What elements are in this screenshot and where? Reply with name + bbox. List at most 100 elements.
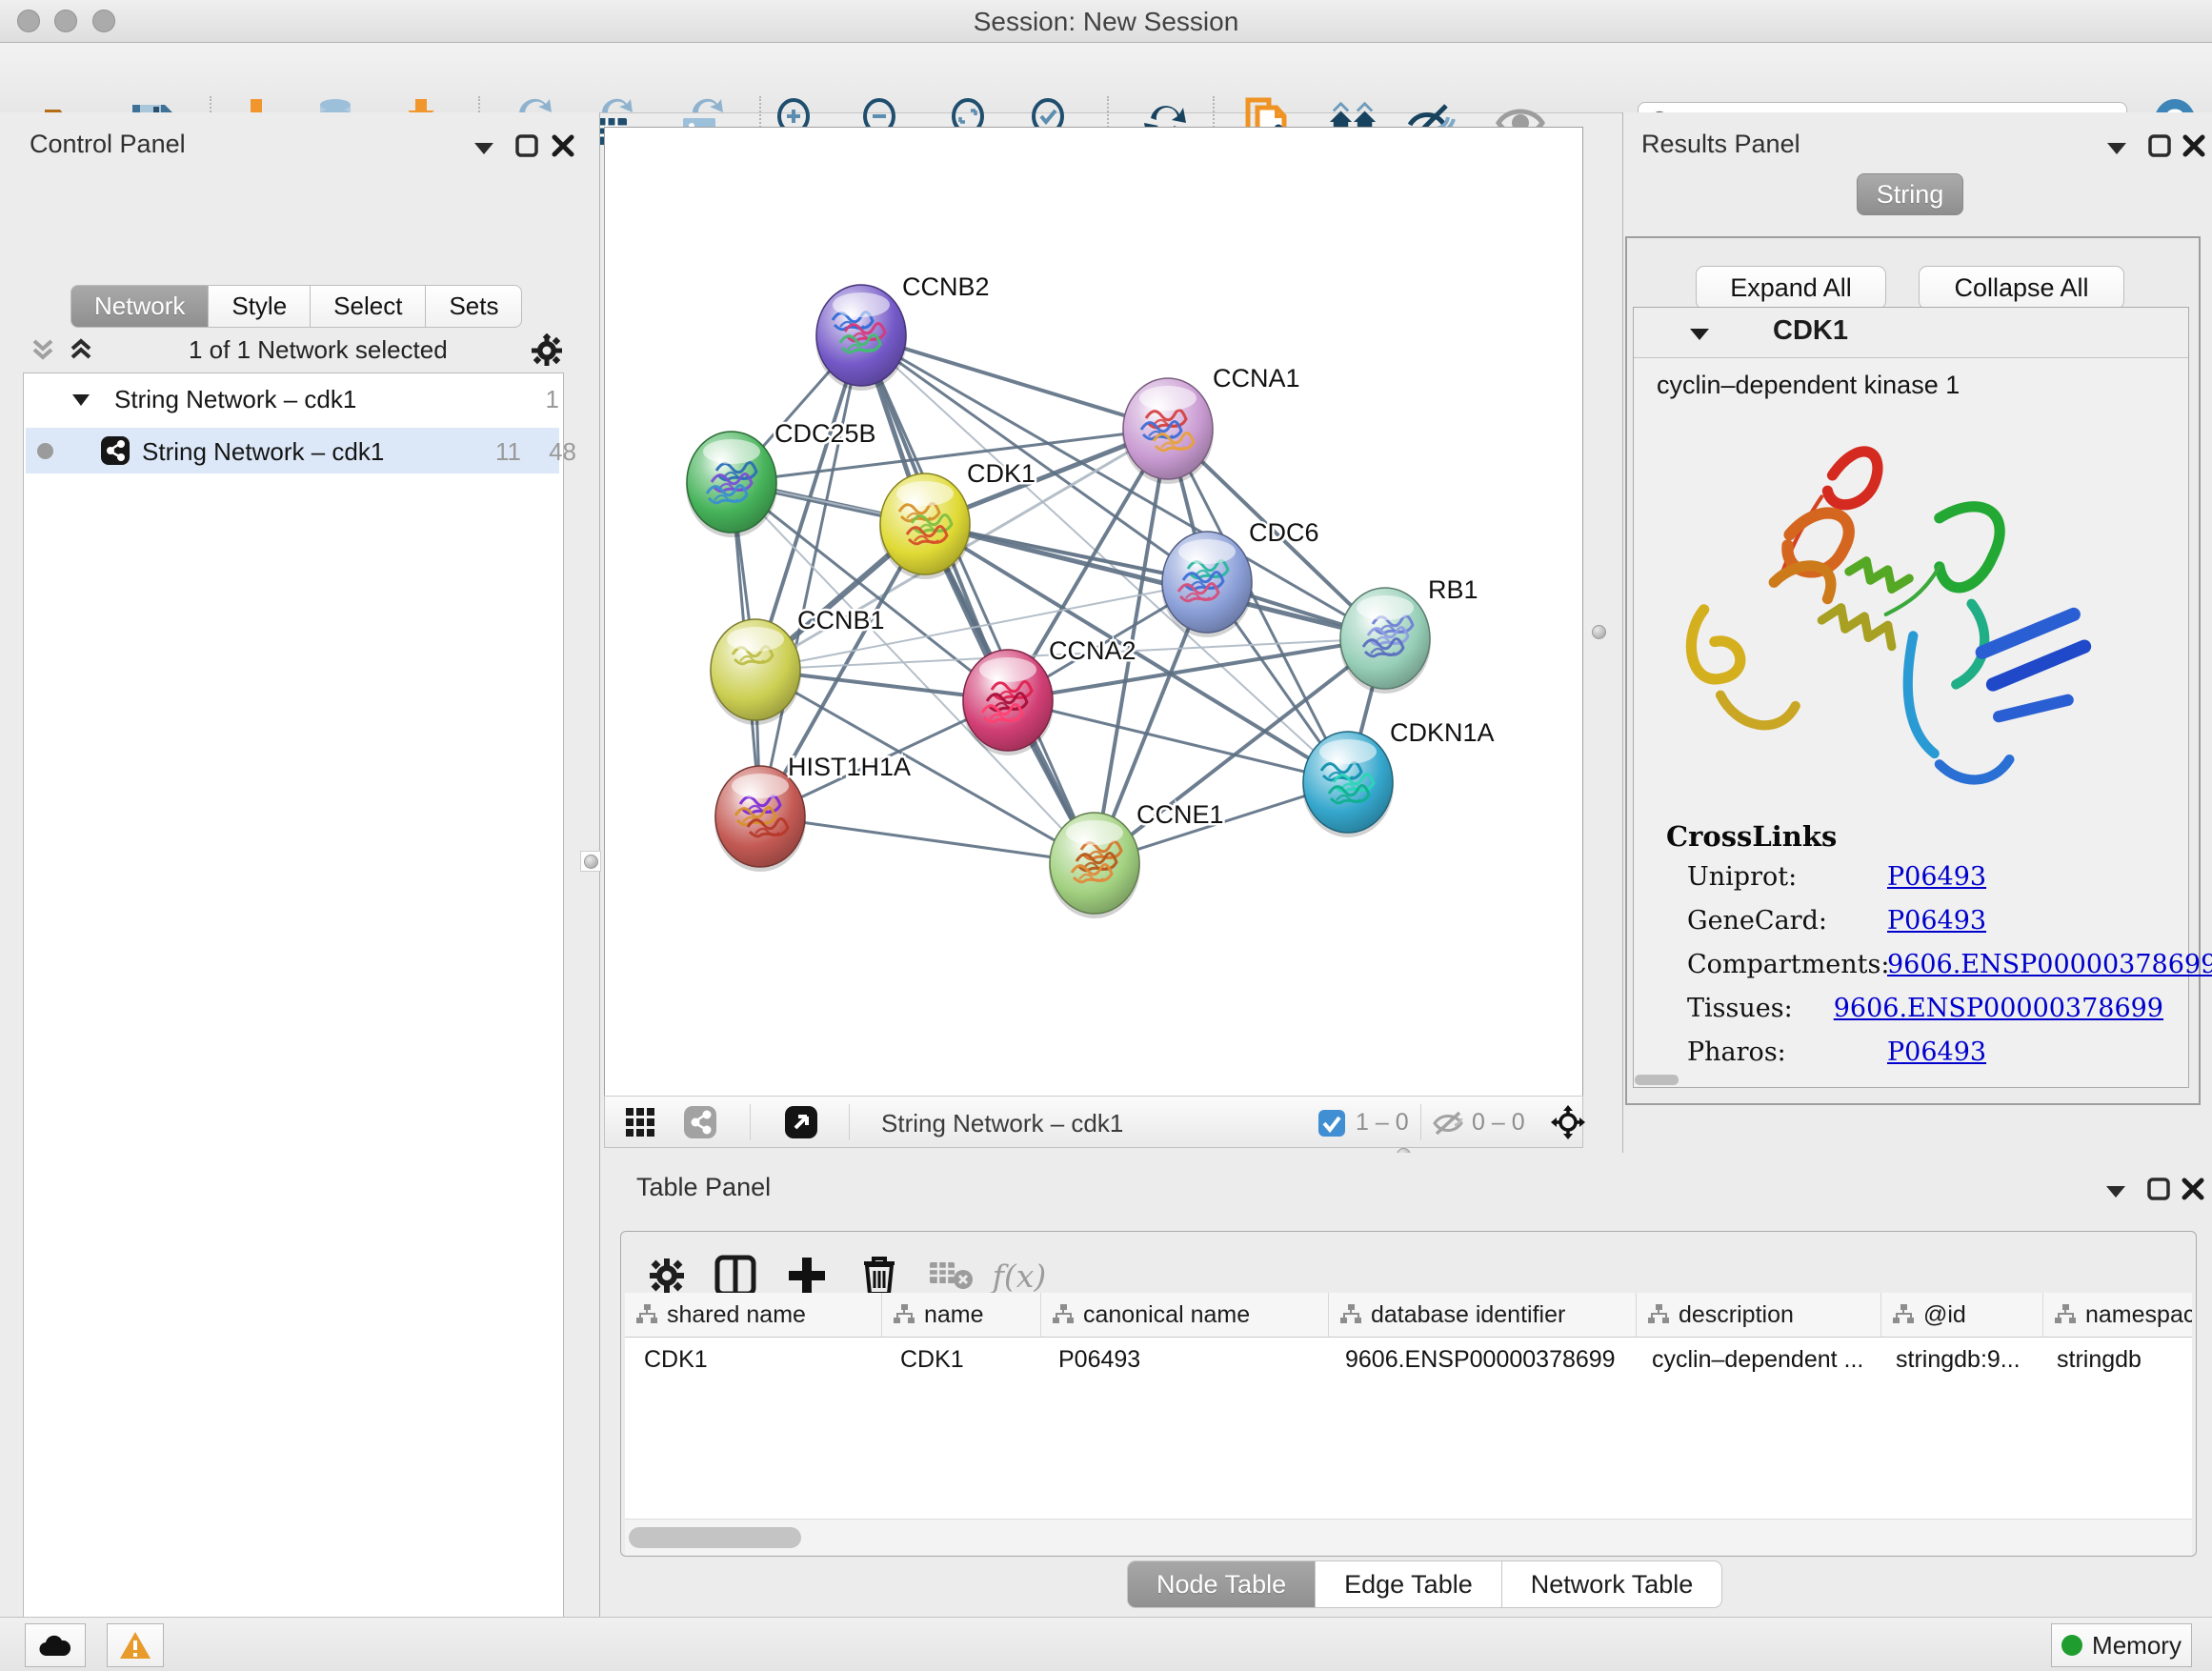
table-cell[interactable]: stringdb:9... <box>1877 1338 2038 1381</box>
table-panel: Table Panel f(x) shared na <box>604 1153 2212 1617</box>
tab-edge-table[interactable]: Edge Table <box>1316 1560 1502 1608</box>
node-label-CCNB1: CCNB1 <box>797 606 885 634</box>
column-header-namespace[interactable]: namespace <box>2043 1293 2192 1338</box>
fit-selected-crosshair-icon[interactable] <box>1550 1104 1586 1140</box>
current-network-dot-icon <box>37 443 53 459</box>
hidden-eye-icon <box>1432 1110 1464 1137</box>
tab-node-table[interactable]: Node Table <box>1127 1560 1316 1608</box>
tab-network[interactable]: Network <box>70 285 209 328</box>
warning-status-button[interactable] <box>107 1623 164 1667</box>
column-header-database-identifier[interactable]: database identifier <box>1329 1293 1637 1338</box>
control-panel-tabs: NetworkStyleSelectSets <box>70 285 522 328</box>
maximize-panel-icon[interactable] <box>514 133 539 158</box>
entry-collapse-caret-icon[interactable] <box>1689 327 1710 342</box>
network-view-mode-icon[interactable] <box>683 1105 717 1139</box>
column-header-description[interactable]: description <box>1637 1293 1881 1338</box>
network-row-label: String Network – cdk1 <box>142 437 384 467</box>
node-label-CDK1: CDK1 <box>967 459 1036 488</box>
expand-all-chevron-icon[interactable] <box>67 337 95 364</box>
network-node-CCNA1[interactable] <box>1122 378 1214 484</box>
crosslink-link[interactable]: 9606.ENSP00000378699 <box>1834 994 2163 1023</box>
collapse-all-chevron-icon[interactable] <box>29 337 57 364</box>
column-header-canonical-name[interactable]: canonical name <box>1041 1293 1329 1338</box>
collection-expand-caret-icon[interactable] <box>71 393 90 408</box>
memory-status-dot <box>2061 1635 2082 1656</box>
column-header-id[interactable]: @id <box>1881 1293 2043 1338</box>
memory-button[interactable]: Memory <box>2051 1623 2192 1667</box>
table-body: CDK1CDK1P064939606.ENSP00000378699cyclin… <box>625 1338 2192 1381</box>
gene-entry-card: CDK1 cyclin–dependent kinase 1 CrossLink… <box>1633 307 2189 1088</box>
network-node-CCNA2[interactable] <box>962 650 1054 755</box>
network-edge-count: 48 <box>521 437 576 467</box>
column-header-name[interactable]: name <box>882 1293 1041 1338</box>
column-header-shared-name[interactable]: shared name <box>625 1293 882 1338</box>
crosslink-link[interactable]: P06493 <box>1887 1037 1986 1067</box>
column-type-icon <box>1051 1303 1076 1326</box>
selection-status: 1 of 1 Network selected <box>189 335 448 365</box>
crosslink-link[interactable]: P06493 <box>1887 862 1986 892</box>
crosslink-link[interactable]: P06493 <box>1887 906 1986 936</box>
table-cell[interactable]: CDK1 <box>881 1338 1039 1381</box>
right-splitter-handle[interactable] <box>1592 625 1606 639</box>
tab-style[interactable]: Style <box>209 285 311 328</box>
network-node-CDC25B[interactable] <box>686 432 777 537</box>
float-panel-icon[interactable] <box>473 141 495 156</box>
network-collection-row[interactable]: String Network – cdk1 1 <box>24 381 559 419</box>
network-node-CCNB2[interactable] <box>815 285 907 391</box>
scrollbar-thumb[interactable] <box>629 1527 801 1548</box>
node-table[interactable]: shared namenamecanonical namedatabase id… <box>625 1293 2192 1519</box>
table-horizontal-scrollbar[interactable] <box>625 1519 2192 1555</box>
cloud-status-button[interactable] <box>25 1623 86 1667</box>
network-canvas[interactable]: CCNB2CCNA1CDC25BCDK1CDC6RB1CCNB1CCNA2CDK… <box>604 127 1583 1097</box>
float-panel-icon[interactable] <box>2105 141 2128 156</box>
network-node-CDC6[interactable] <box>1161 532 1253 637</box>
table-cell[interactable]: CDK1 <box>625 1338 881 1381</box>
network-selection-row: 1 of 1 Network selected <box>19 333 581 368</box>
control-panel-title: Control Panel <box>30 130 186 159</box>
network-node-CDKN1A[interactable] <box>1302 732 1394 837</box>
table-cell[interactable]: stringdb <box>2038 1338 2192 1381</box>
table-cell[interactable]: cyclin–dependent ... <box>1633 1338 1877 1381</box>
table-row[interactable]: CDK1CDK1P064939606.ENSP00000378699cyclin… <box>625 1338 2192 1381</box>
network-node-RB1[interactable] <box>1339 588 1431 694</box>
network-view-title: String Network – cdk1 <box>881 1109 1123 1138</box>
results-tab-string[interactable]: String <box>1857 173 1963 215</box>
tab-sets[interactable]: Sets <box>426 285 522 328</box>
column-type-icon <box>892 1303 916 1326</box>
column-type-icon <box>1646 1303 1671 1326</box>
expand-all-button[interactable]: Expand All <box>1696 266 1886 310</box>
table-panel-tabs: Node TableEdge TableNetwork Table <box>1127 1560 1722 1608</box>
maximize-panel-icon[interactable] <box>2146 1177 2171 1201</box>
network-options-gear-icon[interactable] <box>530 333 564 368</box>
results-horizontal-scrollbar[interactable] <box>1635 1075 1679 1085</box>
table-cell[interactable]: P06493 <box>1039 1338 1326 1381</box>
node-label-CCNB2: CCNB2 <box>902 272 990 301</box>
network-node-HIST1H1A[interactable] <box>714 766 806 872</box>
crosslink-label: Tissues: <box>1687 994 1834 1023</box>
cloud-icon <box>38 1633 72 1658</box>
node-label-CCNA2: CCNA2 <box>1049 636 1136 665</box>
collapse-all-button[interactable]: Collapse All <box>1919 266 2124 310</box>
selected-checkbox-icon[interactable] <box>1317 1109 1346 1137</box>
maximize-panel-icon[interactable] <box>2147 133 2172 158</box>
crosslink-link[interactable]: 9606.ENSP00000378699 <box>1887 950 2212 979</box>
network-node-CCNB1[interactable] <box>710 619 801 725</box>
table-panel-title: Table Panel <box>636 1173 771 1202</box>
left-splitter-handle[interactable] <box>580 851 601 872</box>
network-node-CDK1[interactable] <box>879 473 971 579</box>
table-cell[interactable]: 9606.ENSP00000378699 <box>1326 1338 1633 1381</box>
float-panel-icon[interactable] <box>2104 1184 2127 1199</box>
tab-network-table[interactable]: Network Table <box>1502 1560 1723 1608</box>
birds-eye-view-icon[interactable] <box>784 1105 818 1139</box>
network-node-CCNE1[interactable] <box>1049 813 1140 918</box>
grid-view-icon[interactable] <box>626 1108 656 1138</box>
crosslink-row: Uniprot:P06493 <box>1687 862 2163 892</box>
tab-select[interactable]: Select <box>311 285 426 328</box>
close-panel-icon[interactable] <box>2182 133 2206 158</box>
network-row-selected[interactable]: String Network – cdk1 11 48 <box>26 428 559 473</box>
gene-entry-header[interactable]: CDK1 <box>1634 308 2188 358</box>
string-network-graph[interactable]: CCNB2CCNA1CDC25BCDK1CDC6RB1CCNB1CCNA2CDK… <box>605 128 1582 1096</box>
table-header-row: shared namenamecanonical namedatabase id… <box>625 1293 2192 1338</box>
close-panel-icon[interactable] <box>551 133 575 158</box>
close-panel-icon[interactable] <box>2181 1177 2205 1201</box>
